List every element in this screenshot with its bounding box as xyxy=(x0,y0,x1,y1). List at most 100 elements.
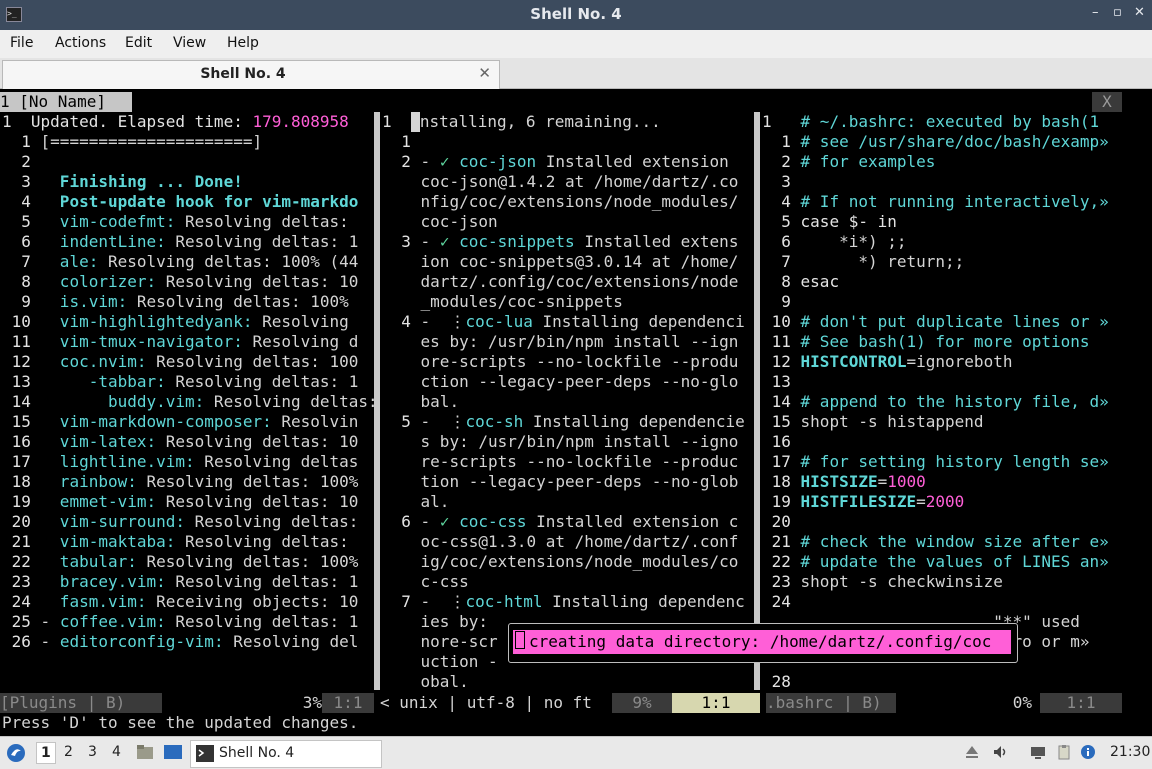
left-line: 14 buddy.vim: Resolving deltas: xyxy=(2,392,374,412)
vim-tab-close[interactable]: X xyxy=(1092,92,1122,112)
line-text: Resolving deltas: 10 xyxy=(156,272,359,291)
eject-icon[interactable] xyxy=(964,744,980,760)
line-text: vim-markdown-composer: xyxy=(30,412,272,431)
left-line: 26 - editorconfig-vim: Resolving del xyxy=(2,632,374,652)
status-right-position: 1:1 xyxy=(1040,693,1122,713)
line-number: 25 xyxy=(2,612,31,631)
window-titlebar[interactable]: >_ Shell No. 4 – ▫ ✕ xyxy=(0,0,1152,30)
text-cursor xyxy=(410,112,420,132)
close-window-button[interactable]: ✕ xyxy=(1134,5,1145,20)
taskbar-app-shell[interactable]: Shell No. 4 xyxy=(190,740,382,768)
line-number: 19 xyxy=(2,492,31,511)
left-line: 4 Post-update hook for vim-markdo xyxy=(2,192,374,212)
line-text: # ~/.bashrc: executed by bash(1 xyxy=(771,112,1100,131)
line-text: uction - xyxy=(410,652,498,671)
workspace-4[interactable]: 4 xyxy=(112,744,121,760)
left-line: 1 Updated. Elapsed time: 179.808958 xyxy=(2,112,374,132)
right-line: 23 shopt -s checkwinsize xyxy=(762,572,1152,592)
file-manager-icon[interactable] xyxy=(136,743,154,761)
popup-message: creating data directory: /home/dartz/.co… xyxy=(529,632,992,651)
line-text: » xyxy=(1099,132,1109,151)
line-number: 10 xyxy=(762,312,791,331)
line-text: » xyxy=(1099,452,1109,471)
line-number: 7 xyxy=(762,252,791,271)
minimize-button[interactable]: – xyxy=(1092,5,1099,20)
line-text: » xyxy=(1099,312,1109,331)
line-text: coc-sh xyxy=(465,412,524,431)
line-text: # for examples xyxy=(790,152,936,171)
line-text: Resolving deltas: 100% xyxy=(136,552,359,571)
middle-line: 2 - ✓ coc-json Installed extension xyxy=(382,152,754,172)
left-line: 11 vim-tmux-navigator: Resolving d xyxy=(2,332,374,352)
vim-tab-active[interactable]: 1 [No Name] xyxy=(0,92,132,112)
line-text: Resolving deltas: xyxy=(175,532,349,551)
network-icon[interactable] xyxy=(1030,744,1046,760)
right-line: 18 HISTSIZE=1000 xyxy=(762,472,1152,492)
line-number xyxy=(382,632,411,651)
window-title: Shell No. 4 xyxy=(530,5,622,23)
left-line: 17 lightline.vim: Resolving deltas xyxy=(2,452,374,472)
line-text: Resolving deltas: 100% xyxy=(136,472,359,491)
line-text: Resolving deltas: xyxy=(185,512,359,531)
line-text: Installing dependenc xyxy=(542,592,745,611)
line-text: colorizer: xyxy=(30,272,157,291)
menu-view[interactable]: View xyxy=(173,35,206,51)
tab-shell-4[interactable]: Shell No. 4 ✕ xyxy=(2,60,500,89)
line-number xyxy=(382,212,411,231)
line-text: Resolving deltas: 1 xyxy=(165,612,359,631)
line-number: 1 xyxy=(2,132,31,151)
left-line: 8 colorizer: Resolving deltas: 10 xyxy=(2,272,374,292)
line-number: 8 xyxy=(2,272,31,291)
line-text: - xyxy=(410,152,440,171)
line-text: = xyxy=(877,472,888,491)
line-text: Installing dependencie xyxy=(523,412,745,431)
vim-tabline xyxy=(0,92,1152,112)
left-line: 19 emmet-vim: Resolving deltas: 10 xyxy=(2,492,374,512)
middle-line: 6 - ✓ coc-css Installed extension c xyxy=(382,512,754,532)
line-text: indentLine: xyxy=(30,232,166,251)
line-text: shopt -s checkwinsize xyxy=(790,572,1003,591)
line-number: 14 xyxy=(762,392,791,411)
line-number xyxy=(382,472,411,491)
tab-close-icon[interactable]: ✕ xyxy=(478,64,491,82)
desktop-icon[interactable] xyxy=(163,743,183,761)
menu-edit[interactable]: Edit xyxy=(125,35,152,51)
coc-notification-popup: creating data directory: /home/dartz/.co… xyxy=(508,623,1018,663)
status-middle-info: < unix | utf-8 | no ft xyxy=(380,693,612,713)
line-number: 20 xyxy=(2,512,31,531)
terminal-area[interactable]: 1 [No Name] X 1 Updated. Elapsed time: 1… xyxy=(0,89,1152,735)
line-number: 20 xyxy=(762,512,791,531)
pane-separator-right[interactable] xyxy=(754,112,760,690)
line-text: » xyxy=(1099,532,1109,551)
vim-message-line: Press 'D' to see the updated changes. xyxy=(2,713,359,732)
line-number: 21 xyxy=(2,532,31,551)
middle-line: tion --legacy-peer-deps --no-glob xyxy=(382,472,754,492)
line-text: is.vim: xyxy=(30,292,128,311)
menu-file[interactable]: File xyxy=(10,35,33,51)
workspace-1[interactable]: 1 xyxy=(36,742,56,764)
right-line: 19 HISTFILESIZE=2000 xyxy=(762,492,1152,512)
status-middle-percent: 9% xyxy=(612,693,672,713)
clipboard-icon[interactable] xyxy=(1056,744,1072,760)
line-number: 24 xyxy=(2,592,31,611)
line-text: Resolving deltas: xyxy=(175,212,349,231)
left-line: 1 [=====================] xyxy=(2,132,374,152)
line-text: -tabbar: xyxy=(30,372,166,391)
line-number: 23 xyxy=(762,572,791,591)
start-menu-icon[interactable] xyxy=(6,743,26,763)
menu-actions[interactable]: Actions xyxy=(55,35,106,51)
line-text: lightline.vim: xyxy=(30,452,195,471)
line-number: 19 xyxy=(762,492,791,511)
volume-icon[interactable] xyxy=(992,744,1008,760)
line-number: 18 xyxy=(762,472,791,491)
menu-help[interactable]: Help xyxy=(227,35,259,51)
line-text: # check the window size after e xyxy=(790,532,1100,551)
maximize-button[interactable]: ▫ xyxy=(1113,5,1122,20)
pane-separator-left[interactable] xyxy=(374,112,380,690)
workspace-3[interactable]: 3 xyxy=(88,744,97,760)
line-number xyxy=(382,372,411,391)
info-icon[interactable] xyxy=(1080,744,1096,760)
middle-line: ion coc-snippets@3.0.14 at /home/ xyxy=(382,252,754,272)
workspace-2[interactable]: 2 xyxy=(64,744,73,760)
line-number: 14 xyxy=(2,392,31,411)
